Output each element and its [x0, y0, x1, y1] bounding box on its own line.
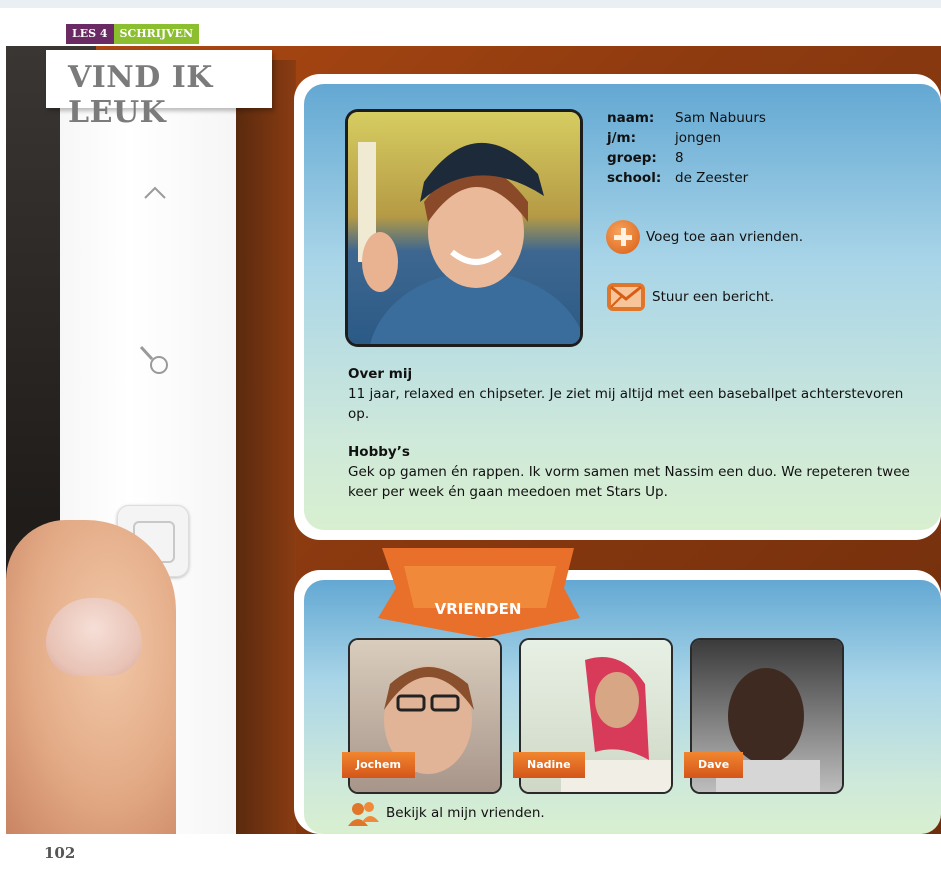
field-group-label: groep: [607, 150, 657, 166]
field-name-value: Sam Nabuurs [675, 110, 766, 126]
about-heading: Over mij [348, 366, 413, 382]
friend-card-dave[interactable]: Dave [684, 640, 842, 792]
lesson-tag: LES 4 SCHRIJVEN [66, 24, 200, 44]
field-school-value: de Zeester [675, 170, 749, 186]
field-group: groep: 8 [607, 150, 684, 166]
camera-icon[interactable] [138, 344, 172, 376]
profile-photo [348, 112, 580, 344]
view-all-friends-link[interactable]: Bekijk al mijn vrienden. [346, 800, 545, 826]
view-all-friends-label: Bekijk al mijn vrienden. [386, 805, 545, 821]
title-box: VIND IK LEUK [46, 50, 272, 130]
envelope-icon [607, 283, 645, 311]
friend-name-tag: Dave [684, 752, 744, 778]
add-friend-button[interactable]: Voeg toe aan vrienden. [606, 220, 803, 254]
thumbnail-nail [46, 598, 142, 676]
field-gender-value: jongen [675, 130, 721, 146]
hobbies-text: Gek op gamen én rappen. Ik vorm samen me… [348, 464, 910, 500]
field-school: school: de Zeester [607, 170, 748, 186]
field-group-value: 8 [675, 150, 684, 166]
send-message-button[interactable]: Stuur een bericht. [606, 282, 774, 312]
section-label: SCHRIJVEN [113, 24, 200, 44]
lesson-label: LES 4 [66, 24, 114, 44]
field-name-label: naam: [607, 110, 655, 126]
chevron-up-icon[interactable] [143, 184, 167, 200]
tablet-side [236, 60, 296, 834]
friend-card-jochem[interactable]: Jochem [342, 640, 500, 792]
friend-name-tag: Jochem [342, 752, 415, 778]
page-number: 102 [44, 844, 76, 862]
field-school-label: school: [607, 170, 662, 186]
friends-banner: VRIENDEN [378, 548, 580, 638]
field-gender: j/m: jongen [607, 130, 721, 146]
page-title: VIND IK LEUK [68, 60, 213, 130]
profile-photo-art [348, 112, 580, 344]
friend-card-nadine[interactable]: Nadine [513, 640, 671, 792]
hand-thumb [6, 520, 176, 834]
friend-name-tag: Nadine [513, 752, 585, 778]
friends-banner-title: VRIENDEN [435, 600, 522, 618]
people-icon [348, 802, 379, 826]
field-gender-label: j/m: [607, 130, 637, 146]
plus-icon [606, 220, 640, 254]
hobbies-heading: Hobby’s [348, 444, 410, 460]
add-friend-label: Voeg toe aan vrienden. [646, 229, 804, 245]
field-name: naam: Sam Nabuurs [607, 110, 766, 126]
send-message-label: Stuur een bericht. [652, 289, 775, 305]
about-text: 11 jaar, relaxed en chipseter. Je ziet m… [348, 386, 904, 422]
